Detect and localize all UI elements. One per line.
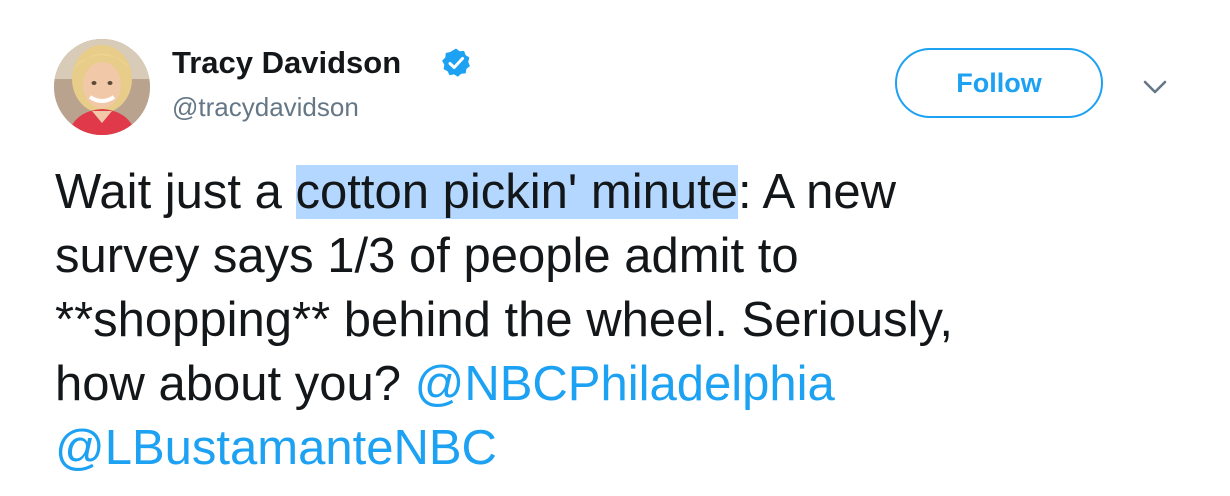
tweet-line: **shopping** behind the wheel. Seriously… [55, 293, 954, 347]
tweet-line: @LBustamanteNBC [55, 416, 1185, 480]
display-name[interactable]: Tracy Davidson [172, 44, 401, 82]
mention-link-lbustamantenbc[interactable]: @LBustamanteNBC [55, 421, 497, 475]
tweet-card: Tracy Davidson @tracydavidson Follow Wai… [0, 0, 1230, 496]
tweet-line: how about you? @NBCPhiladelphia [55, 352, 1185, 416]
avatar[interactable] [54, 39, 150, 135]
tweet-line: survey says 1/3 of people admit to [55, 229, 799, 283]
selected-text: cotton pickin' minute [295, 165, 738, 219]
tweet-text-segment: how about you? [55, 357, 415, 411]
tweet-line: Wait just a cotton pickin' minute: A new [55, 160, 1185, 224]
verified-badge-icon [442, 48, 470, 77]
follow-button[interactable]: Follow [895, 48, 1103, 118]
chevron-down-icon[interactable] [1140, 76, 1170, 98]
mention-link-nbcphiladelphia[interactable]: @NBCPhiladelphia [415, 357, 835, 411]
tweet-text-segment: : A new [737, 165, 896, 219]
avatar-image [54, 39, 150, 135]
tweet-text: Wait just a cotton pickin' minute: A new… [55, 160, 1185, 480]
screen-name[interactable]: @tracydavidson [172, 91, 359, 123]
tweet-text-segment: Wait just a [55, 165, 296, 219]
